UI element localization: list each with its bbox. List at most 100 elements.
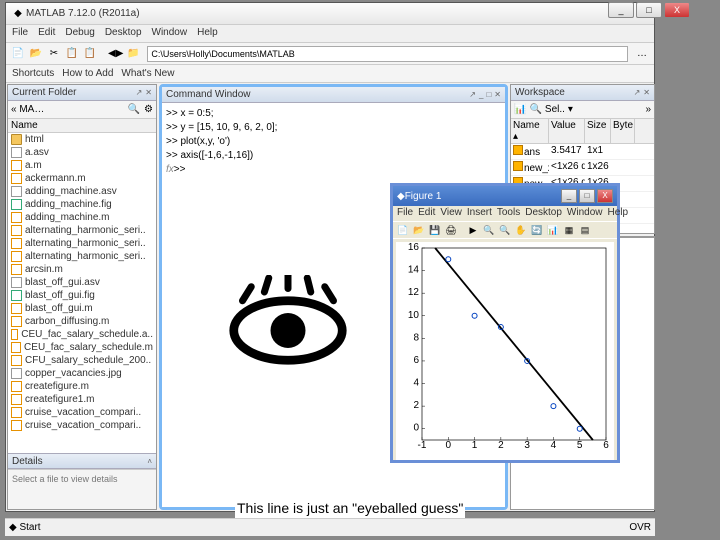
fig-zoomout-icon[interactable]: 🔍: [498, 223, 512, 237]
details-header[interactable]: Details ˄: [8, 453, 156, 469]
folder-icon[interactable]: 📁: [125, 46, 141, 62]
pane-close-icon[interactable]: ✕: [494, 90, 501, 99]
file-row[interactable]: alternating_harmonic_seri..: [8, 224, 156, 237]
minimize-button[interactable]: _: [608, 2, 634, 18]
workspace-row[interactable]: new_x<1x26 d..1x26: [511, 160, 654, 176]
search-icon[interactable]: 🔍: [128, 104, 140, 115]
menu-file[interactable]: File: [12, 27, 28, 40]
cmd-line: >> axis([-1,6,-1,16]): [166, 149, 501, 163]
file-row[interactable]: createfigure.m: [8, 380, 156, 393]
minimize-icon[interactable]: _: [479, 90, 483, 99]
fig-save-icon[interactable]: 💾: [428, 223, 442, 237]
stack-icon[interactable]: 📊: [514, 104, 526, 115]
file-row[interactable]: a.m: [8, 159, 156, 172]
cut-icon[interactable]: ✂: [46, 46, 62, 62]
file-row[interactable]: adding_machine.asv: [8, 185, 156, 198]
fig-menu-tools[interactable]: Tools: [497, 207, 520, 220]
folder-path[interactable]: « MA…: [11, 104, 44, 115]
folder-pane-header[interactable]: Current Folder ↗ ✕: [8, 85, 156, 101]
file-row[interactable]: blast_off_gui.fig: [8, 289, 156, 302]
pane-close-icon[interactable]: ✕: [643, 88, 650, 97]
close-button[interactable]: X: [664, 2, 690, 18]
new-icon[interactable]: 📄: [10, 46, 26, 62]
file-row[interactable]: CEU_fac_salary_schedule.a..: [8, 328, 156, 341]
command-header[interactable]: Command Window ↗ _ □ ✕: [162, 87, 505, 103]
file-row[interactable]: CFU_salary_schedule_200..: [8, 354, 156, 367]
address-bar[interactable]: [147, 46, 628, 62]
shortcut-whatsnew[interactable]: What's New: [121, 68, 174, 79]
file-row[interactable]: adding_machine.m: [8, 211, 156, 224]
open-icon[interactable]: 📂: [28, 46, 44, 62]
fig-menu-edit[interactable]: Edit: [418, 207, 435, 220]
file-icon: [11, 420, 22, 431]
select-dropdown[interactable]: Sel..: [545, 104, 565, 115]
fig-zoomin-icon[interactable]: 🔍: [482, 223, 496, 237]
maximize-button[interactable]: □: [636, 2, 662, 18]
file-row[interactable]: CEU_fac_salary_schedule.m: [8, 341, 156, 354]
undock-icon[interactable]: ↗: [634, 88, 641, 97]
fig-rotate-icon[interactable]: 🔄: [530, 223, 544, 237]
menu-window[interactable]: Window: [152, 27, 188, 40]
figure-titlebar[interactable]: ◆ Figure 1 _ □ X: [393, 186, 617, 206]
file-row[interactable]: carbon_diffusing.m: [8, 315, 156, 328]
start-button[interactable]: ◆ Start: [9, 522, 41, 533]
workspace-columns[interactable]: Name ▴ Value Size Byte: [511, 119, 654, 144]
file-row[interactable]: a.asv: [8, 146, 156, 159]
file-row[interactable]: blast_off_gui.asv: [8, 276, 156, 289]
file-icon: [11, 368, 22, 379]
file-row[interactable]: ackermann.m: [8, 172, 156, 185]
gear-icon[interactable]: ⚙: [144, 104, 153, 115]
fig-pointer-icon[interactable]: ▶: [466, 223, 480, 237]
fig-datacursor-icon[interactable]: 📊: [546, 223, 560, 237]
menu-debug[interactable]: Debug: [65, 27, 94, 40]
fig-colorbar-icon[interactable]: ▦: [562, 223, 576, 237]
paste-icon[interactable]: 📋: [82, 46, 98, 62]
shortcut-howto[interactable]: How to Add: [62, 68, 113, 79]
file-row[interactable]: createfigure1.m: [8, 393, 156, 406]
pane-close-icon[interactable]: ✕: [145, 88, 152, 97]
fig-print-icon[interactable]: 🖨: [444, 223, 458, 237]
more-icon[interactable]: »: [645, 104, 651, 115]
figure-window[interactable]: ◆ Figure 1 _ □ X File Edit View Insert T…: [390, 183, 620, 463]
file-row[interactable]: blast_off_gui.m: [8, 302, 156, 315]
fig-open-icon[interactable]: 📂: [412, 223, 426, 237]
fig-legend-icon[interactable]: ▤: [578, 223, 592, 237]
copy-icon[interactable]: 📋: [64, 46, 80, 62]
file-name: cruise_vacation_compari..: [25, 407, 141, 418]
file-list-header[interactable]: Name: [8, 119, 156, 133]
menu-help[interactable]: Help: [197, 27, 218, 40]
menu-edit[interactable]: Edit: [38, 27, 55, 40]
file-row[interactable]: cruise_vacation_compari..: [8, 419, 156, 432]
fig-max-button[interactable]: □: [579, 189, 595, 203]
maximize-icon[interactable]: □: [486, 90, 491, 99]
file-row[interactable]: alternating_harmonic_seri..: [8, 237, 156, 250]
undock-icon[interactable]: ↗: [469, 90, 476, 99]
fig-menu-help[interactable]: Help: [608, 207, 629, 220]
fig-menu-view[interactable]: View: [440, 207, 462, 220]
file-row[interactable]: alternating_harmonic_seri..: [8, 250, 156, 263]
chevron-down-icon[interactable]: ▾: [568, 104, 573, 115]
browse-icon[interactable]: …: [634, 46, 650, 62]
chevron-up-icon[interactable]: ˄: [147, 457, 152, 466]
fig-menu-insert[interactable]: Insert: [467, 207, 492, 220]
fig-menu-window[interactable]: Window: [567, 207, 603, 220]
workspace-header[interactable]: Workspace ↗ ✕: [511, 85, 654, 101]
workspace-row[interactable]: ans3.54171x1: [511, 144, 654, 160]
ws-search-icon[interactable]: 🔍: [529, 104, 541, 115]
menu-desktop[interactable]: Desktop: [105, 27, 142, 40]
undock-icon[interactable]: ↗: [136, 88, 143, 97]
fig-menu-file[interactable]: File: [397, 207, 413, 220]
file-row[interactable]: copper_vacancies.jpg: [8, 367, 156, 380]
file-row[interactable]: html: [8, 133, 156, 146]
fig-menu-desktop[interactable]: Desktop: [525, 207, 562, 220]
fig-min-button[interactable]: _: [561, 189, 577, 203]
file-row[interactable]: cruise_vacation_compari..: [8, 406, 156, 419]
fig-new-icon[interactable]: 📄: [396, 223, 410, 237]
fig-pan-icon[interactable]: ✋: [514, 223, 528, 237]
fig-close-button[interactable]: X: [597, 189, 613, 203]
figure-axes[interactable]: -101234560246810121416: [396, 242, 614, 460]
file-list[interactable]: htmla.asva.mackermann.madding_machine.as…: [8, 133, 156, 453]
file-row[interactable]: adding_machine.fig: [8, 198, 156, 211]
file-row[interactable]: arcsin.m: [8, 263, 156, 276]
address-arrow-icon[interactable]: ◀▶: [108, 48, 123, 59]
